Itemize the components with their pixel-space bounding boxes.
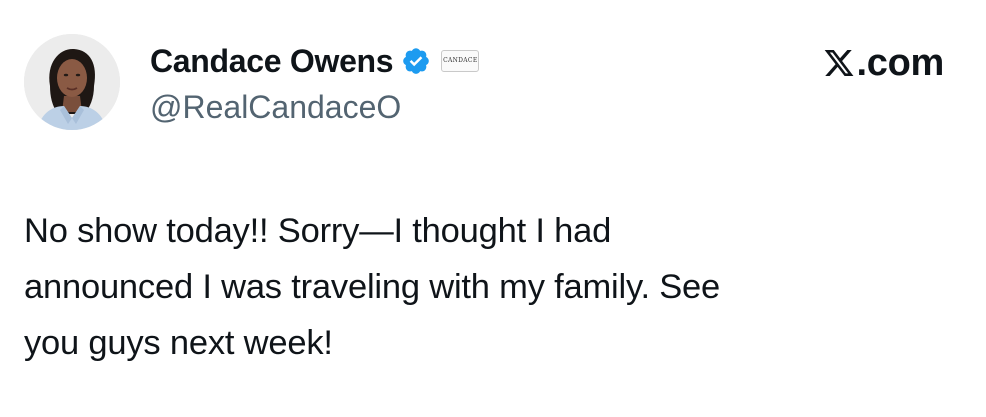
user-handle[interactable]: @RealCandaceO <box>150 84 401 130</box>
display-name[interactable]: Candace Owens <box>150 38 394 84</box>
verified-badge-icon <box>401 46 431 76</box>
profile-photo-icon <box>24 34 120 130</box>
name-row: Candace Owens CANDACE <box>150 38 480 84</box>
x-logo-icon <box>823 47 855 79</box>
avatar[interactable] <box>24 34 120 130</box>
tweet-card: Candace Owens CANDACE @RealCandaceO .com… <box>0 0 986 417</box>
tweet-text: No show today!! Sorry—I thought I had an… <box>24 212 721 362</box>
source-label: .com <box>823 38 945 88</box>
affiliate-badge[interactable]: CANDACE <box>441 50 480 72</box>
source-domain: .com <box>856 42 945 84</box>
